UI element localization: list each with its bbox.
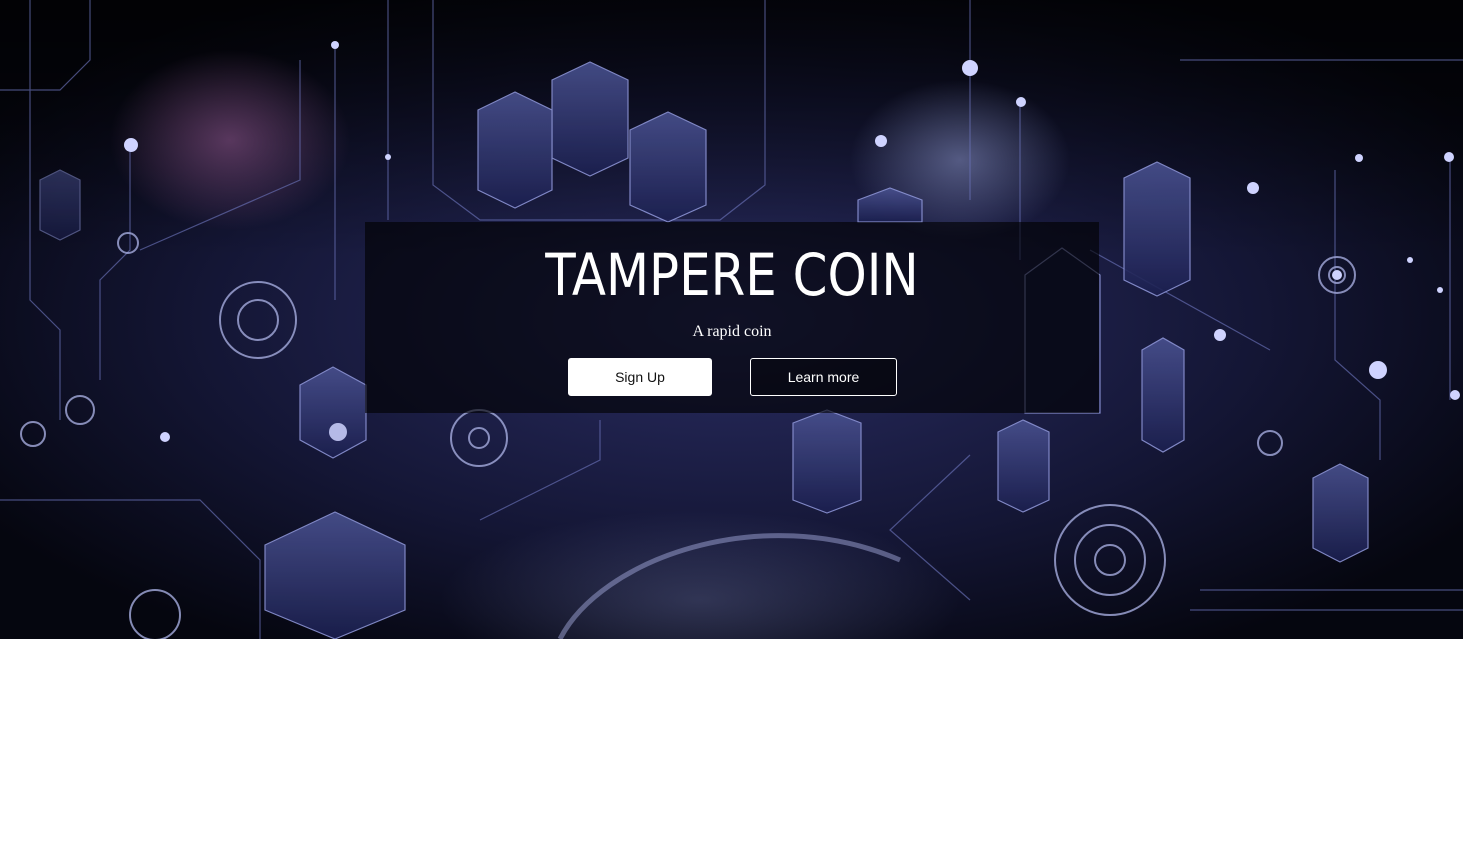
hero-subtitle: A rapid coin (692, 323, 772, 340)
hero-overlay-panel: TAMPERE COIN A rapid coin Sign Up Learn … (365, 222, 1099, 413)
page-title: TAMPERE COIN (545, 241, 919, 309)
page-body-blank (0, 639, 1463, 847)
sign-up-button[interactable]: Sign Up (568, 358, 712, 396)
learn-more-button[interactable]: Learn more (750, 358, 897, 396)
hero-section: TAMPERE COIN A rapid coin Sign Up Learn … (0, 0, 1463, 639)
